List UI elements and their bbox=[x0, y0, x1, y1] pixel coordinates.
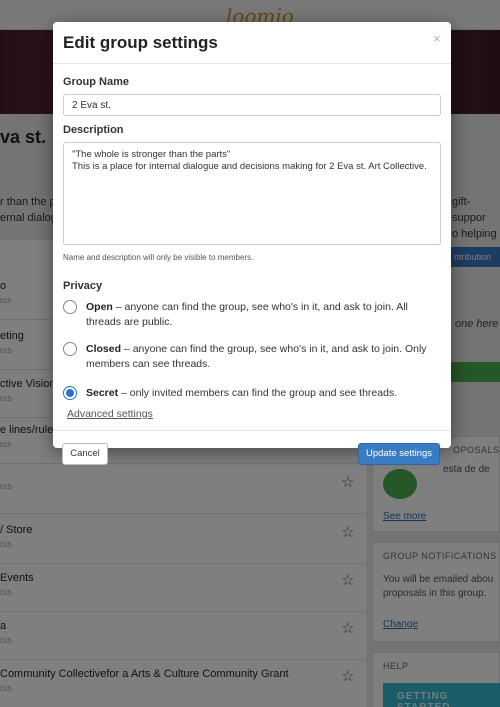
modal-header: Edit group settings × bbox=[53, 22, 451, 64]
modal-title: Edit group settings bbox=[63, 33, 218, 52]
privacy-closed-text: Closed – anyone can find the group, see … bbox=[86, 342, 436, 372]
visibility-hint: Name and description will only be visibl… bbox=[63, 253, 254, 262]
description-label: Description bbox=[63, 124, 124, 136]
update-settings-button[interactable]: Update settings bbox=[358, 443, 440, 465]
privacy-closed-radio[interactable] bbox=[63, 342, 77, 356]
privacy-option-description: – anyone can find the group, see who's i… bbox=[86, 343, 427, 370]
advanced-settings-link[interactable]: Advanced settings bbox=[67, 408, 153, 420]
privacy-option-description: – anyone can find the group, see who's i… bbox=[86, 301, 408, 328]
privacy-option-name: Secret bbox=[86, 387, 119, 399]
privacy-open-radio[interactable] bbox=[63, 300, 77, 314]
cancel-button[interactable]: Cancel bbox=[62, 443, 108, 465]
privacy-open-text: Open – anyone can find the group, see wh… bbox=[86, 300, 436, 330]
modal-footer-divider bbox=[53, 430, 451, 431]
privacy-option-name: Closed bbox=[86, 343, 122, 355]
privacy-option-name: Open bbox=[86, 301, 113, 313]
privacy-option-description: – only invited members can find the grou… bbox=[118, 387, 398, 399]
edit-group-settings-modal: Edit group settings × Group Name Descrip… bbox=[53, 22, 451, 465]
group-name-label: Group Name bbox=[63, 76, 130, 88]
privacy-secret-text: Secret – only invited members can find t… bbox=[86, 386, 436, 401]
group-name-input[interactable] bbox=[63, 94, 441, 116]
privacy-secret-radio[interactable] bbox=[63, 386, 77, 400]
close-icon[interactable]: × bbox=[433, 31, 441, 46]
privacy-label: Privacy bbox=[63, 280, 103, 292]
description-textarea[interactable]: "The whole is stronger than the parts" T… bbox=[63, 142, 441, 245]
